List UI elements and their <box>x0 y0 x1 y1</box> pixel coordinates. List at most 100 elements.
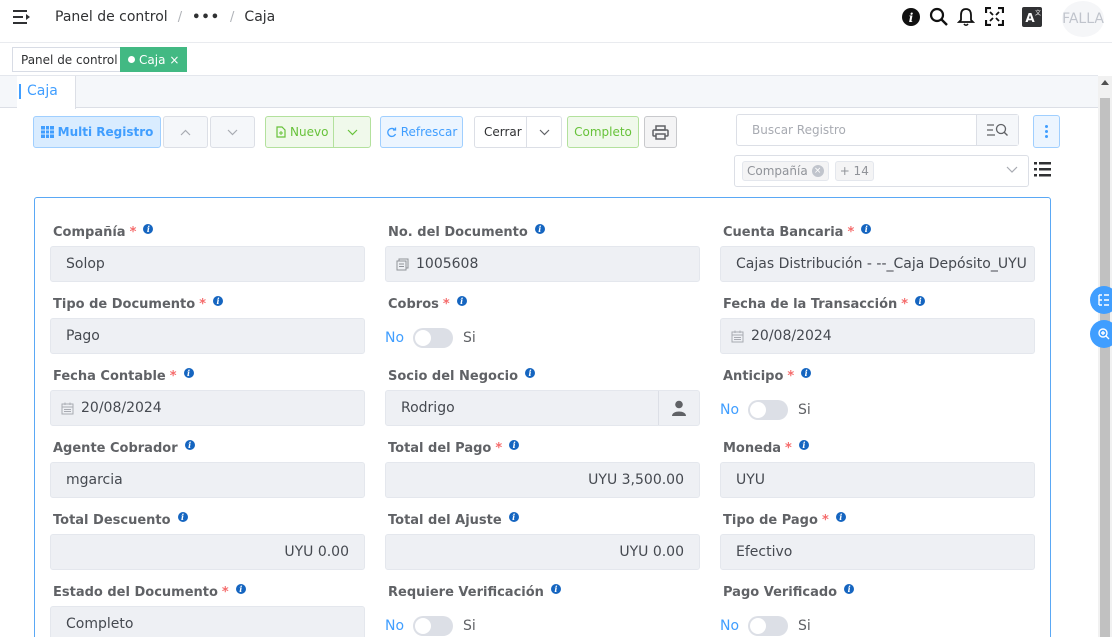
hamburger-menu-icon[interactable] <box>13 9 31 25</box>
switch-off-label: No <box>385 330 405 346</box>
notification-bell-icon[interactable] <box>957 7 975 27</box>
breadcrumb-separator: / <box>230 9 235 25</box>
info-icon[interactable]: i <box>508 511 519 522</box>
tag-panel-de-control[interactable]: Panel de control <box>12 47 127 72</box>
compania-field[interactable]: Solop <box>50 246 365 282</box>
info-icon[interactable]: i <box>550 583 561 594</box>
label-text: Total Descuento <box>53 513 171 528</box>
info-icon[interactable]: i <box>183 367 194 378</box>
chevron-down-icon[interactable] <box>1006 166 1018 174</box>
required-mark: * <box>169 369 177 384</box>
breadcrumb-root[interactable]: Panel de control <box>55 9 168 25</box>
socio-negocio-field[interactable]: Rodrigo <box>385 390 700 426</box>
agente-cobrador-field[interactable]: mgarcia <box>50 462 365 498</box>
required-mark: * <box>495 441 503 456</box>
moneda-field[interactable]: UYU <box>720 462 1035 498</box>
fullscreen-icon[interactable] <box>985 7 1004 26</box>
info-icon[interactable]: i <box>801 367 812 378</box>
estado-documento-field[interactable]: Completo <box>50 606 365 637</box>
requiere-verificacion-switch[interactable]: No Si <box>385 616 476 636</box>
nuevo-main[interactable]: Nuevo <box>266 117 334 147</box>
list-tree-icon <box>1098 294 1109 306</box>
info-icon[interactable]: i <box>915 295 926 306</box>
refrescar-button[interactable]: Refrescar <box>380 116 463 148</box>
info-icon[interactable]: i <box>534 223 545 234</box>
tag-caja[interactable]: Caja × <box>120 47 188 72</box>
info-icon[interactable]: i <box>143 223 154 234</box>
calendar-icon <box>61 402 74 415</box>
search-icon[interactable] <box>929 7 949 27</box>
chevron-down-icon <box>227 129 238 135</box>
chevron-down-icon <box>539 129 549 135</box>
language-icon[interactable]: A 文 <box>1022 7 1042 27</box>
person-icon <box>672 400 686 416</box>
multi-registro-button[interactable]: Multi Registro <box>33 116 161 148</box>
switch-track[interactable] <box>413 328 454 348</box>
info-icon[interactable]: i <box>509 439 520 450</box>
refresh-icon <box>386 127 396 137</box>
info-icon[interactable]: i <box>184 439 195 450</box>
cuenta-bancaria-field[interactable]: Cajas Distribución - --_Caja Depósito_UY… <box>720 246 1035 282</box>
tipo-documento-field[interactable]: Pago <box>50 318 365 354</box>
nuevo-button[interactable]: Nuevo <box>265 116 371 148</box>
side-panel-zoom-button[interactable] <box>1090 320 1112 348</box>
label-text: Agente Cobrador <box>53 441 178 456</box>
previous-record-button[interactable] <box>163 116 208 148</box>
scroll-up-arrow-icon[interactable] <box>1101 80 1109 85</box>
info-icon[interactable]: i <box>798 439 809 450</box>
search-button[interactable] <box>976 115 1018 145</box>
tab-caja[interactable]: Caja <box>17 76 76 109</box>
next-record-button[interactable] <box>210 116 255 148</box>
top-bar: Panel de control / ••• / Caja i A 文 FALL… <box>0 0 1112 37</box>
business-partner-search-button[interactable] <box>658 391 699 425</box>
switch-track[interactable] <box>748 616 789 636</box>
copy-icon <box>396 258 409 271</box>
info-icon[interactable]: i <box>861 223 872 234</box>
total-pago-field[interactable]: UYU 3,500.00 <box>385 462 700 498</box>
side-panel-list-button[interactable] <box>1090 286 1112 314</box>
required-mark: * <box>199 297 206 312</box>
info-icon[interactable]: i <box>177 511 188 522</box>
info-icon[interactable]: i <box>213 295 223 306</box>
cerrar-label[interactable]: Cerrar <box>475 117 527 147</box>
tipo-pago-field[interactable]: Efectivo <box>720 534 1035 570</box>
calendar-icon <box>731 330 744 343</box>
required-mark: * <box>787 369 795 384</box>
cobros-switch[interactable]: No Si <box>385 328 476 348</box>
info-icon[interactable]: i <box>844 583 855 594</box>
nuevo-dropdown[interactable] <box>334 129 370 136</box>
dot <box>1045 130 1048 133</box>
switch-track[interactable] <box>413 616 454 636</box>
total-descuento-field[interactable]: UYU 0.00 <box>50 534 365 570</box>
label-total-pago: Total del Pago * i <box>388 439 520 456</box>
info-icon[interactable]: i <box>902 8 920 26</box>
tag-close-icon[interactable]: × <box>169 53 179 67</box>
cerrar-button[interactable]: Cerrar <box>474 116 562 148</box>
chip-remove-icon[interactable]: × <box>811 165 824 177</box>
filter-fields-select[interactable]: Compañía × + 14 <box>734 155 1029 187</box>
user-avatar[interactable]: FALLA <box>1062 1 1104 37</box>
fecha-transaccion-field[interactable]: 20/08/2024 <box>720 318 1035 354</box>
scrollbar-thumb[interactable] <box>1100 98 1110 637</box>
pago-verificado-switch[interactable]: No Si <box>720 616 811 636</box>
completo-button[interactable]: Completo <box>567 116 639 148</box>
more-options-button[interactable] <box>1033 115 1060 148</box>
breadcrumb-more[interactable]: ••• <box>192 10 220 25</box>
label-text: Estado del Documento <box>53 585 218 600</box>
print-button[interactable] <box>644 116 677 148</box>
label-text: Pago Verificado <box>723 585 838 600</box>
no-documento-field[interactable]: 1005608 <box>385 246 700 282</box>
active-dot-icon <box>128 56 135 63</box>
switch-track[interactable] <box>748 400 789 420</box>
search-record-input[interactable] <box>737 115 976 145</box>
total-ajuste-field[interactable]: UYU 0.00 <box>385 534 700 570</box>
info-icon[interactable]: i <box>835 511 846 522</box>
info-icon[interactable]: i <box>525 367 536 378</box>
anticipo-switch[interactable]: No Si <box>720 400 811 420</box>
cerrar-dropdown[interactable] <box>527 129 561 136</box>
panel-tab-bar: Caja <box>0 76 1098 109</box>
info-icon[interactable]: i <box>456 295 467 306</box>
fecha-contable-field[interactable]: 20/08/2024 <box>50 390 365 426</box>
info-icon[interactable]: i <box>235 583 246 594</box>
list-view-icon[interactable] <box>1034 161 1051 178</box>
